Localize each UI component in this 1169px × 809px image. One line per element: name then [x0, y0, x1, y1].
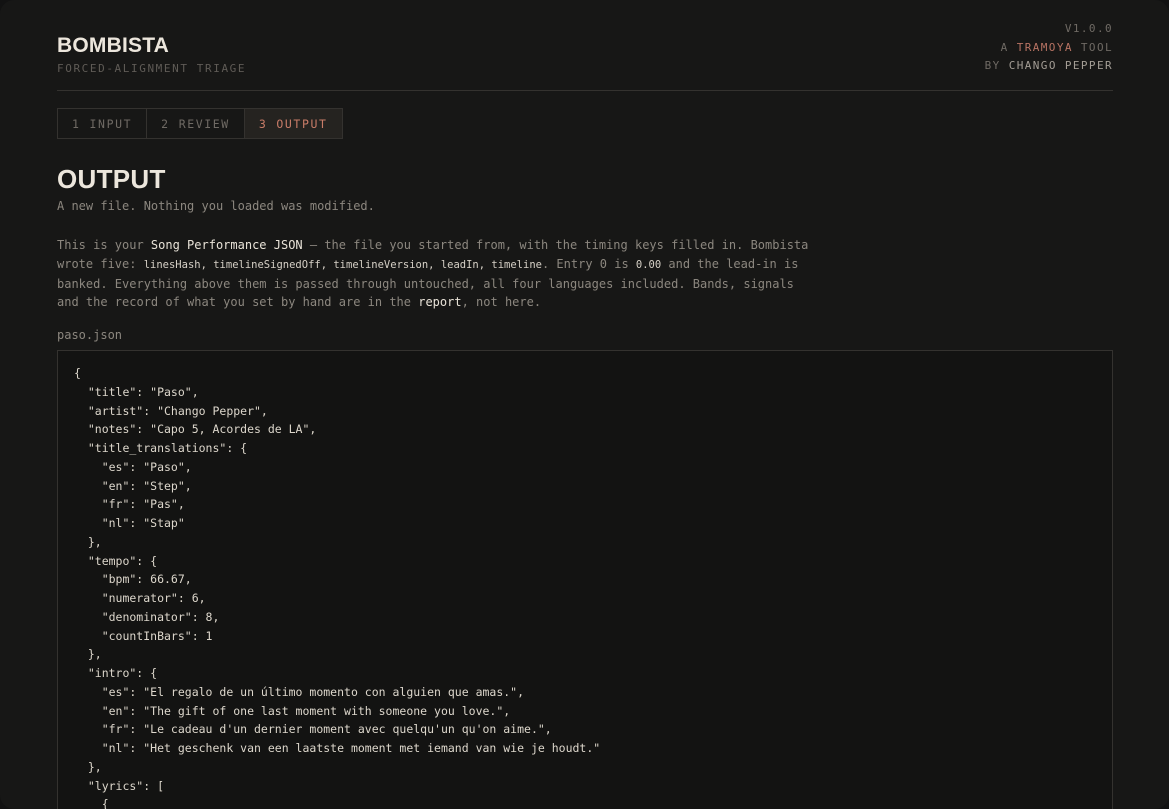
- page-lede: A new file. Nothing you loaded was modif…: [57, 199, 375, 213]
- written-keys: linesHash, timelineSignedOff, timelineVe…: [143, 258, 542, 271]
- tool-name: TRAMOYA: [1016, 40, 1073, 54]
- version-label: V1.0.0: [1064, 22, 1113, 35]
- file-type-highlight: Song Performance JSON: [150, 238, 303, 252]
- json-code[interactable]: { "title": "Paso", "artist": "Chango Pep…: [74, 364, 600, 809]
- tab-input[interactable]: 1 INPUT: [58, 109, 148, 138]
- entry-zero-value: 0.00: [635, 258, 662, 271]
- page-title: OUTPUT: [57, 164, 166, 194]
- tab-review[interactable]: 2 REVIEW: [147, 109, 245, 138]
- output-description: This is your Song Performance JSON — the…: [57, 238, 809, 310]
- app-window: BOMBISTA FORCED-ALIGNMENT TRIAGE V1.0.0 …: [0, 0, 1169, 809]
- json-output-box[interactable]: { "title": "Paso", "artist": "Chango Pep…: [57, 350, 1113, 809]
- author-credit: BY CHANGO PEPPER: [984, 59, 1113, 72]
- report-reference: report: [418, 295, 462, 310]
- app-title: BOMBISTA: [57, 34, 170, 57]
- author-name: CHANGO PEPPER: [1008, 59, 1113, 72]
- app-meta: V1.0.0 A TRAMOYA TOOL BY CHANGO PEPPER: [985, 20, 1113, 76]
- tool-credit: A TRAMOYA TOOL: [1000, 40, 1113, 54]
- main-container: BOMBISTA FORCED-ALIGNMENT TRIAGE V1.0.0 …: [57, 0, 1113, 809]
- output-filename: paso.json: [57, 328, 123, 342]
- step-tabs: 1 INPUT 2 REVIEW 3 OUTPUT: [57, 108, 343, 139]
- tab-output[interactable]: 3 OUTPUT: [244, 109, 342, 138]
- app-subtitle: FORCED-ALIGNMENT TRIAGE: [57, 62, 247, 75]
- app-header: BOMBISTA FORCED-ALIGNMENT TRIAGE V1.0.0 …: [57, 0, 1113, 91]
